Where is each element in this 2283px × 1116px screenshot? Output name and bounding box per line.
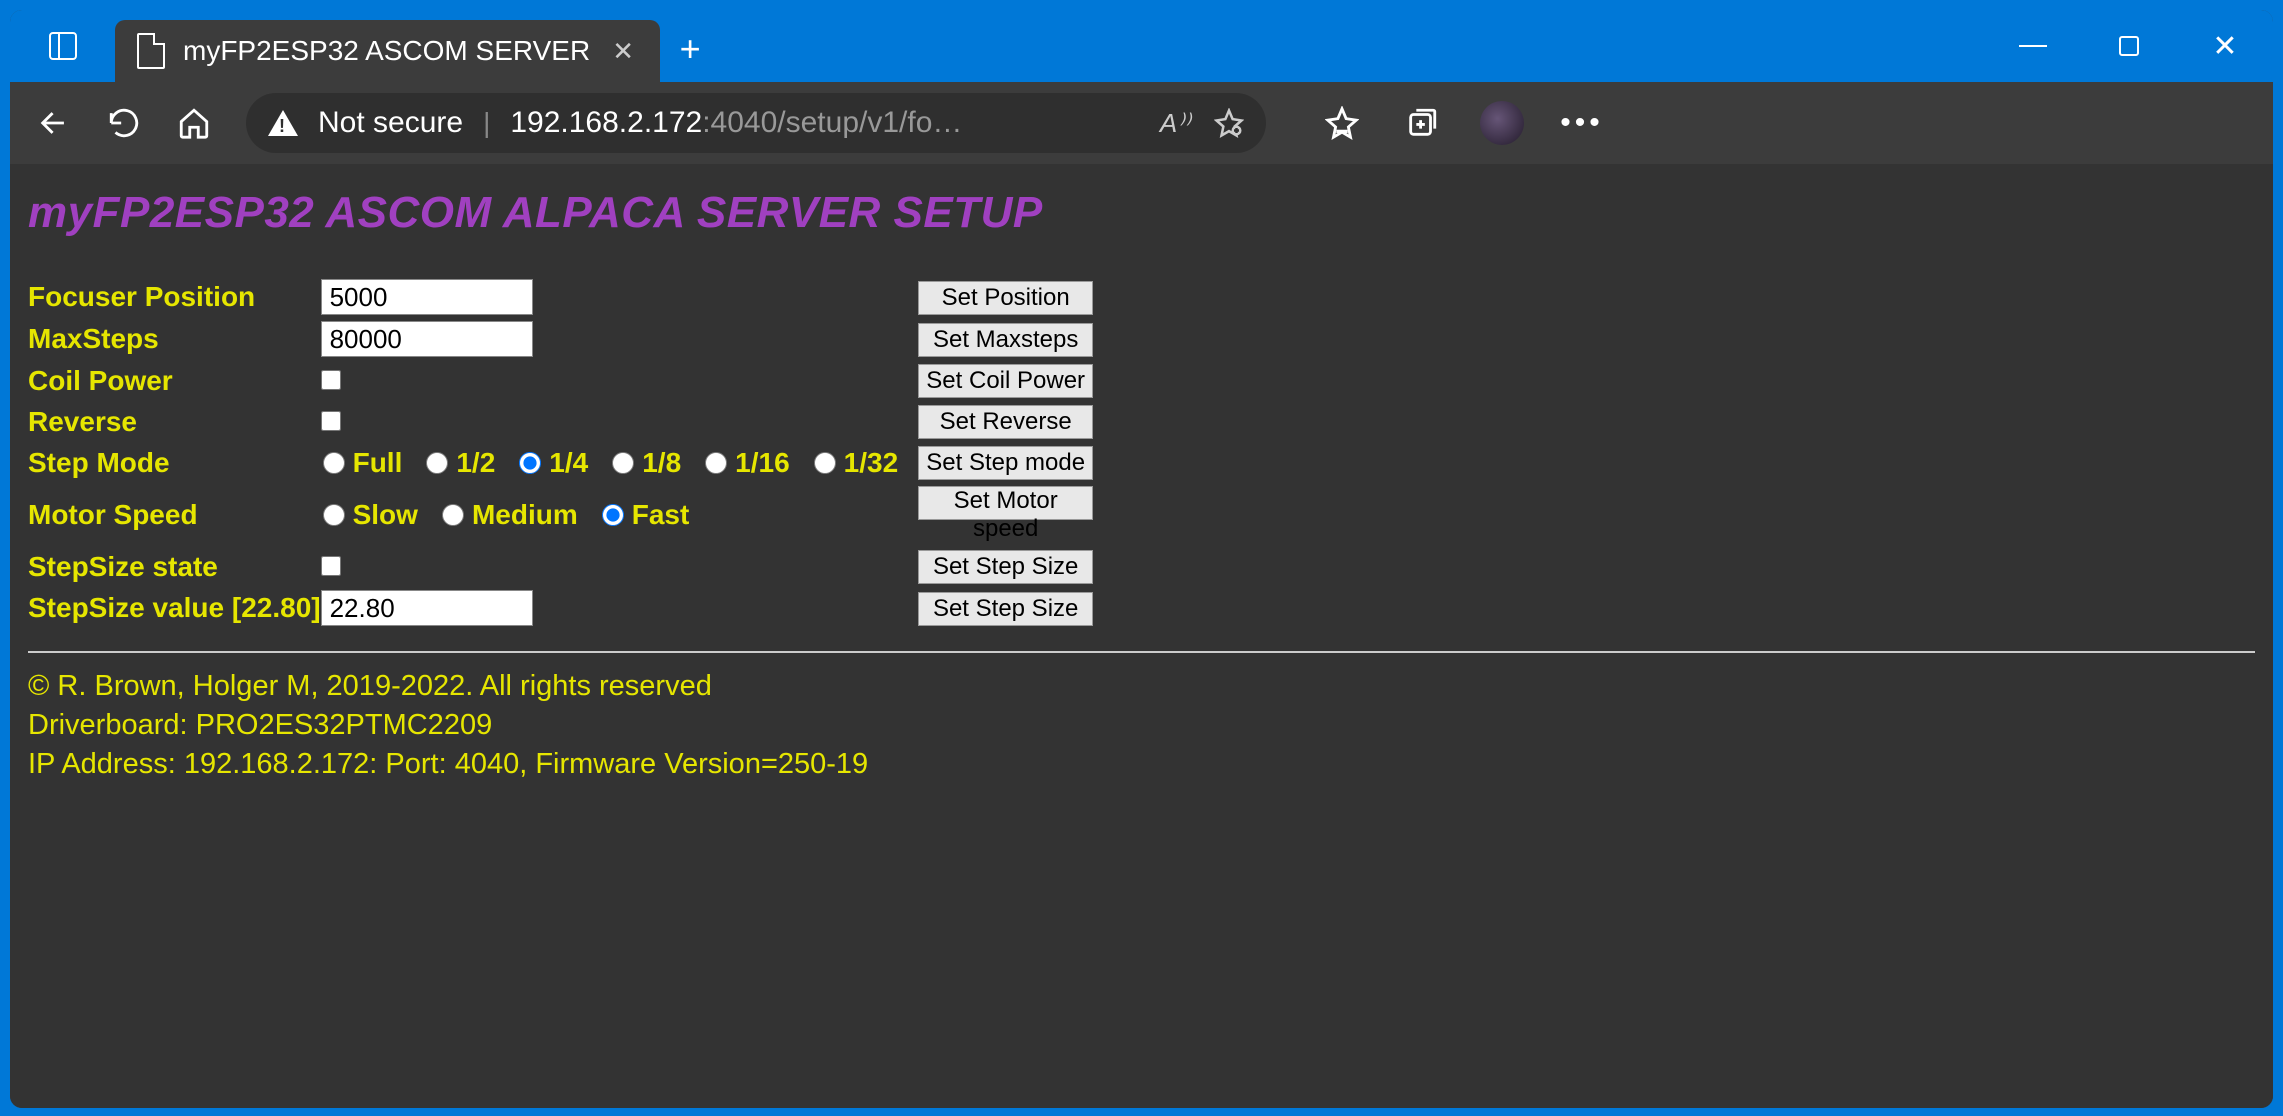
label-reverse: Reverse	[28, 401, 321, 442]
step-mode-half[interactable]	[426, 452, 448, 474]
step-mode-radios: Full 1/2 1/4 1/8 1/16 1/32	[321, 447, 913, 479]
set-motor-speed-button[interactable]: Set Motor speed	[918, 486, 1093, 520]
label-motor-speed: Motor Speed	[28, 483, 321, 546]
refresh-button[interactable]	[92, 91, 156, 155]
stepsize-state-checkbox[interactable]	[321, 556, 341, 576]
close-tab-button[interactable]: ✕	[608, 36, 638, 67]
label-coil-power: Coil Power	[28, 360, 321, 401]
set-maxsteps-button[interactable]: Set Maxsteps	[918, 323, 1093, 357]
row-stepsize-value: StepSize value [22.80] Set Step Size	[28, 587, 1093, 629]
maxsteps-input[interactable]	[321, 321, 533, 357]
maximize-button[interactable]	[2081, 10, 2177, 82]
motor-speed-medium[interactable]	[442, 504, 464, 526]
set-position-button[interactable]: Set Position	[918, 281, 1093, 315]
motor-speed-radios: Slow Medium Fast	[321, 499, 913, 531]
coil-power-checkbox[interactable]	[321, 370, 341, 390]
window-controls: ✕	[1985, 10, 2273, 82]
address-bar[interactable]: Not secure | 192.168.2.172:4040/setup/v1…	[246, 93, 1266, 153]
url-text: 192.168.2.172:4040/setup/v1/fo…	[510, 106, 962, 140]
home-button[interactable]	[162, 91, 226, 155]
set-step-mode-button[interactable]: Set Step mode	[918, 446, 1093, 480]
favorite-button[interactable]	[1214, 108, 1244, 138]
step-mode-eighth-label: 1/8	[642, 447, 681, 479]
warning-icon	[268, 110, 298, 136]
row-stepsize-state: StepSize state Set Step Size	[28, 546, 1093, 587]
row-motor-speed: Motor Speed Slow Medium Fast Set Motor s…	[28, 483, 1093, 546]
step-mode-quarter[interactable]	[519, 452, 541, 474]
tab-actions-button[interactable]	[10, 10, 115, 82]
url-host: 192.168.2.172	[510, 106, 702, 139]
divider	[28, 651, 2255, 653]
set-coil-power-button[interactable]: Set Coil Power	[918, 364, 1093, 398]
stepsize-value-input[interactable]	[321, 590, 533, 626]
favorites-icon	[1325, 106, 1359, 140]
toolbar: Not secure | 192.168.2.172:4040/setup/v1…	[10, 82, 2273, 164]
step-mode-sixteenth[interactable]	[705, 452, 727, 474]
stepsize-value-suffix: [22.80]	[232, 592, 321, 623]
motor-speed-medium-label: Medium	[472, 499, 578, 531]
motor-speed-fast-label: Fast	[632, 499, 690, 531]
label-stepsize-value: StepSize value [22.80]	[28, 587, 321, 629]
avatar-icon	[1480, 101, 1524, 145]
row-reverse: Reverse Set Reverse	[28, 401, 1093, 442]
tab-strip-icon	[49, 32, 77, 60]
step-mode-half-label: 1/2	[456, 447, 495, 479]
page-icon	[137, 33, 165, 69]
step-mode-thirtysecond-label: 1/32	[844, 447, 899, 479]
focuser-position-input[interactable]	[321, 279, 533, 315]
new-tab-button[interactable]: +	[660, 20, 720, 82]
menu-button[interactable]: •••	[1546, 91, 1618, 155]
favorites-button[interactable]	[1306, 91, 1378, 155]
label-maxsteps: MaxSteps	[28, 318, 321, 360]
row-focuser-position: Focuser Position Set Position	[28, 276, 1093, 318]
close-window-button[interactable]: ✕	[2177, 10, 2273, 82]
label-stepsize-state: StepSize state	[28, 546, 321, 587]
motor-speed-fast[interactable]	[602, 504, 624, 526]
footer-ipline: IP Address: 192.168.2.172: Port: 4040, F…	[28, 745, 2255, 784]
motor-speed-slow[interactable]	[323, 504, 345, 526]
refresh-icon	[107, 106, 141, 140]
set-stepsize-state-button[interactable]: Set Step Size	[918, 550, 1093, 584]
url-path: :4040/setup/v1/fo…	[702, 106, 962, 139]
set-stepsize-value-button[interactable]: Set Step Size	[918, 592, 1093, 626]
browser-window: myFP2ESP32 ASCOM SERVER ✕ + ✕ Not secure…	[10, 10, 2273, 1108]
page-title: myFP2ESP32 ASCOM ALPACA SERVER SETUP	[28, 188, 2255, 238]
label-step-mode: Step Mode	[28, 442, 321, 483]
back-button[interactable]	[22, 91, 86, 155]
stepsize-value-label-text: StepSize value	[28, 592, 224, 623]
arrow-left-icon	[37, 106, 71, 140]
more-icon: •••	[1560, 106, 1604, 140]
browser-tab[interactable]: myFP2ESP32 ASCOM SERVER ✕	[115, 20, 660, 82]
page-content: myFP2ESP32 ASCOM ALPACA SERVER SETUP Foc…	[10, 164, 2273, 1108]
set-reverse-button[interactable]: Set Reverse	[918, 405, 1093, 439]
label-focuser-position: Focuser Position	[28, 276, 321, 318]
minimize-button[interactable]	[1985, 10, 2081, 82]
row-step-mode: Step Mode Full 1/2 1/4 1/8 1/16 1/32 Set…	[28, 442, 1093, 483]
step-mode-sixteenth-label: 1/16	[735, 447, 790, 479]
toolbar-right: •••	[1306, 91, 1618, 155]
security-status: Not secure	[318, 106, 463, 140]
motor-speed-slow-label: Slow	[353, 499, 418, 531]
reverse-checkbox[interactable]	[321, 411, 341, 431]
step-mode-full-label: Full	[353, 447, 403, 479]
footer-copyright: © R. Brown, Holger M, 2019-2022. All rig…	[28, 667, 2255, 706]
step-mode-thirtysecond[interactable]	[814, 452, 836, 474]
read-aloud-button[interactable]: A⁾⁾	[1160, 108, 1190, 139]
collections-button[interactable]	[1386, 91, 1458, 155]
step-mode-quarter-label: 1/4	[549, 447, 588, 479]
tab-title: myFP2ESP32 ASCOM SERVER	[183, 35, 590, 67]
address-bar-actions: A⁾⁾	[1160, 108, 1244, 139]
row-coil-power: Coil Power Set Coil Power	[28, 360, 1093, 401]
collections-icon	[1405, 106, 1439, 140]
row-maxsteps: MaxSteps Set Maxsteps	[28, 318, 1093, 360]
step-mode-full[interactable]	[323, 452, 345, 474]
setup-form: Focuser Position Set Position MaxSteps S…	[28, 276, 1093, 629]
step-mode-eighth[interactable]	[612, 452, 634, 474]
titlebar: myFP2ESP32 ASCOM SERVER ✕ + ✕	[10, 10, 2273, 82]
profile-button[interactable]	[1466, 91, 1538, 155]
address-separator: |	[483, 107, 490, 139]
footer-driverboard: Driverboard: PRO2ES32PTMC2209	[28, 706, 2255, 745]
home-icon	[177, 106, 211, 140]
